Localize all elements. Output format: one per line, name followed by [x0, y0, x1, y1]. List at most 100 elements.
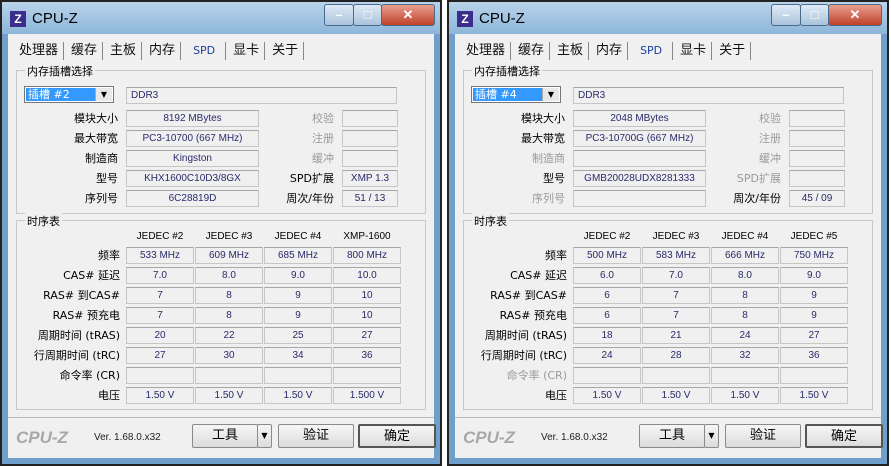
- timing-column-header: JEDEC #5: [790, 231, 838, 242]
- slot-select[interactable]: 插槽 #2 ▼: [24, 86, 114, 103]
- timing-value: 18: [573, 327, 641, 344]
- timing-value: 32: [711, 347, 779, 364]
- validate-button[interactable]: 验证: [278, 424, 354, 448]
- tab-2[interactable]: 主板: [105, 42, 143, 60]
- timing-label: CAS# 延迟: [510, 269, 567, 282]
- timing-value: 6: [573, 307, 641, 324]
- spd-right-label: SPD扩展: [289, 172, 334, 185]
- tab-4[interactable]: SPD: [630, 42, 674, 60]
- spd-right-label: SPD扩展: [736, 172, 781, 185]
- timing-value: [264, 367, 332, 384]
- timing-label: 电压: [545, 389, 567, 402]
- tab-3[interactable]: 内存: [144, 42, 182, 60]
- app-logo-icon: Z: [10, 11, 26, 27]
- minimize-button[interactable]: –: [771, 4, 801, 26]
- spd-label: 最大带宽: [74, 132, 118, 145]
- timing-column-header: JEDEC #2: [136, 231, 184, 242]
- timing-value: 1.50 V: [642, 387, 710, 404]
- footer-bar: CPU-Z Ver. 1.68.0.x32 工具 ▼ 验证 确定: [455, 417, 883, 458]
- timing-value: 9.0: [264, 267, 332, 284]
- timing-value: 9: [264, 307, 332, 324]
- title-bar[interactable]: Z CPU-Z – □ ✕: [2, 2, 440, 34]
- ok-button[interactable]: 确定: [358, 424, 436, 448]
- maximize-button[interactable]: □: [353, 4, 382, 26]
- timing-value: 8.0: [711, 267, 779, 284]
- timing-value: 7: [642, 307, 710, 324]
- tab-1[interactable]: 缓存: [66, 42, 104, 60]
- slot-select[interactable]: 插槽 #4 ▼: [471, 86, 561, 103]
- timing-value: 8: [195, 287, 263, 304]
- timing-value: 27: [333, 327, 401, 344]
- timing-value: 7: [642, 287, 710, 304]
- tab-5[interactable]: 显卡: [228, 42, 266, 60]
- timing-label: 频率: [545, 249, 567, 262]
- spd-right-label: 周次/年份: [733, 192, 781, 205]
- chevron-down-icon[interactable]: ▼: [95, 88, 112, 101]
- tab-4[interactable]: SPD: [183, 42, 227, 60]
- tab-3[interactable]: 内存: [591, 42, 629, 60]
- tools-dropdown-chevron-icon[interactable]: ▼: [704, 424, 719, 448]
- spd-label: 型号: [543, 172, 565, 185]
- validate-button[interactable]: 验证: [725, 424, 801, 448]
- spd-label: 制造商: [85, 152, 118, 165]
- timing-value: 10: [333, 287, 401, 304]
- timing-value: 25: [264, 327, 332, 344]
- timing-label: 周期时间 (tRAS): [37, 329, 120, 342]
- spd-value: 8192 MBytes: [126, 110, 259, 127]
- tab-5[interactable]: 显卡: [675, 42, 713, 60]
- timing-label: RAS# 预充电: [52, 309, 120, 322]
- timing-value: 6: [573, 287, 641, 304]
- cpuz-window: Z CPU-Z – □ ✕ 处理器 缓存 主板 内存 SPD 显卡 关于 内存插槽选择 插槽 #2 ▼ DDR…: [0, 0, 442, 466]
- tab-1[interactable]: 缓存: [513, 42, 551, 60]
- spd-value: [573, 190, 706, 207]
- chevron-down-icon[interactable]: ▼: [542, 88, 559, 101]
- timing-column-header: JEDEC #3: [205, 231, 253, 242]
- timing-value: 1.50 V: [195, 387, 263, 404]
- tab-2[interactable]: 主板: [552, 42, 590, 60]
- timing-value: 34: [264, 347, 332, 364]
- window-title: CPU-Z: [32, 10, 78, 27]
- timing-value: 533 MHz: [126, 247, 194, 264]
- tab-0[interactable]: 处理器: [14, 42, 65, 60]
- timing-value: [711, 367, 779, 384]
- ok-button[interactable]: 确定: [805, 424, 883, 448]
- maximize-button[interactable]: □: [800, 4, 829, 26]
- title-bar[interactable]: Z CPU-Z – □ ✕: [449, 2, 887, 34]
- spd-right-label: 注册: [759, 132, 781, 145]
- timing-column-header: JEDEC #4: [274, 231, 322, 242]
- version-label: Ver. 1.68.0.x32: [541, 432, 608, 443]
- timing-value: 7: [126, 287, 194, 304]
- tools-button[interactable]: 工具: [192, 424, 258, 448]
- tab-6[interactable]: 关于: [714, 42, 752, 60]
- timing-value: 6.0: [573, 267, 641, 284]
- spd-label: 模块大小: [74, 112, 118, 125]
- footer-bar: CPU-Z Ver. 1.68.0.x32 工具 ▼ 验证 确定: [8, 417, 436, 458]
- tab-6[interactable]: 关于: [267, 42, 305, 60]
- timing-column-header: JEDEC #2: [583, 231, 631, 242]
- cpuz-footer-logo: CPU-Z: [16, 428, 68, 447]
- spd-right-value: 51 / 13: [342, 190, 398, 207]
- timing-column-header: JEDEC #4: [721, 231, 769, 242]
- minimize-button[interactable]: –: [324, 4, 354, 26]
- timing-value: 8: [711, 307, 779, 324]
- spd-right-value: XMP 1.3: [342, 170, 398, 187]
- spd-right-value: [342, 130, 398, 147]
- timing-value: 1.50 V: [780, 387, 848, 404]
- timing-label: 电压: [98, 389, 120, 402]
- timing-group-label: 时序表: [472, 213, 509, 229]
- timing-value: 609 MHz: [195, 247, 263, 264]
- spd-label: 序列号: [532, 192, 565, 205]
- tab-0[interactable]: 处理器: [461, 42, 512, 60]
- timing-value: 7.0: [126, 267, 194, 284]
- timing-value: 666 MHz: [711, 247, 779, 264]
- spd-right-label: 校验: [759, 112, 781, 125]
- close-button[interactable]: ✕: [381, 4, 435, 26]
- spd-right-label: 缓冲: [312, 152, 334, 165]
- timing-value: 1.50 V: [573, 387, 641, 404]
- close-button[interactable]: ✕: [828, 4, 882, 26]
- tools-button[interactable]: 工具: [639, 424, 705, 448]
- timing-value: 10.0: [333, 267, 401, 284]
- memory-type-field: DDR3: [573, 87, 844, 104]
- tools-dropdown-chevron-icon[interactable]: ▼: [257, 424, 272, 448]
- timing-value: 8: [711, 287, 779, 304]
